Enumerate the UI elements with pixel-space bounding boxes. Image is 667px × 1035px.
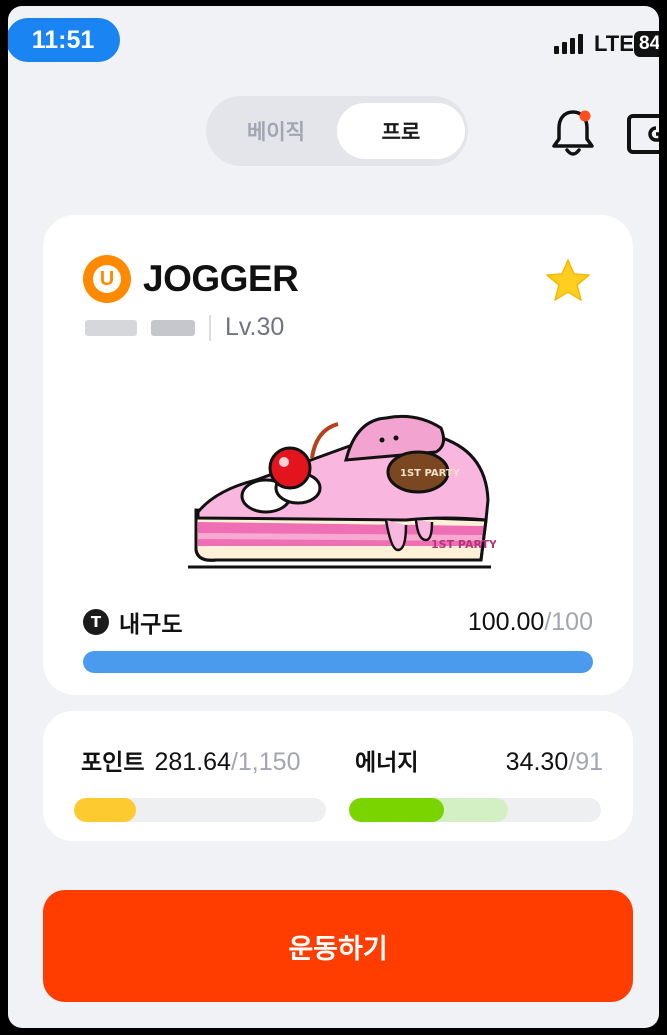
durability-value: 100.00/100 (467, 607, 593, 636)
durability-bar-fill (83, 651, 593, 673)
cake-side-text: 1ST PARTY (431, 538, 496, 551)
start-workout-button[interactable]: 운동하기 (43, 890, 633, 1002)
signal-icon (554, 32, 583, 54)
bell-icon[interactable] (550, 106, 596, 160)
energy-bar (349, 798, 601, 822)
durability-bar (83, 651, 593, 673)
durability: T 내구도 100.00/100 (83, 605, 593, 673)
battery-icon: 84 (634, 31, 659, 57)
energy-label: 에너지 (355, 750, 419, 776)
tab-pro[interactable]: 프로 (337, 103, 465, 159)
favorite-star-icon[interactable] (543, 257, 593, 305)
divider (209, 314, 211, 341)
owner-id-blurred (151, 319, 195, 336)
nft-card[interactable]: U JOGGER Lv.30 1ST PARTY 1ST PARTY T 내구도… (43, 215, 633, 695)
stats-card: 포인트 281.64/1,150 에너지 34.30/91 (43, 711, 633, 841)
points-bar-fill (74, 798, 136, 822)
points-value: 281.64/1,150 (154, 748, 301, 776)
points-stat: 포인트 281.64/1,150 (74, 743, 326, 822)
cake-nft-image: 1ST PARTY 1ST PARTY (188, 414, 496, 569)
owner-info: Lv.30 (85, 313, 284, 342)
energy-value: 34.30/91 (505, 748, 603, 776)
status-time: 11:51 (8, 18, 120, 62)
brand-name: JOGGER (143, 258, 299, 299)
points-label: 포인트 (81, 750, 145, 776)
brand-logo: U (83, 255, 131, 303)
wallet-icon[interactable] (626, 112, 659, 156)
energy-stat: 에너지 34.30/91 (349, 743, 607, 822)
cake-badge-text: 1ST PARTY (400, 468, 461, 479)
mode-toggle[interactable]: 베이직 프로 (206, 96, 468, 166)
durability-label: 내구도 (119, 612, 183, 638)
phone-screen: 11:51 LTE 84 베이직 프로 U JOGGER Lv.30 1ST P… (8, 6, 659, 1028)
brand: U JOGGER (83, 255, 299, 303)
points-bar (74, 798, 326, 822)
network-type: LTE (594, 31, 634, 56)
energy-bar-fill (349, 798, 444, 822)
tab-basic[interactable]: 베이직 (212, 103, 340, 159)
owner-id-blurred (85, 319, 137, 336)
durability-icon: T (83, 609, 109, 635)
level-label: Lv.30 (225, 313, 285, 341)
